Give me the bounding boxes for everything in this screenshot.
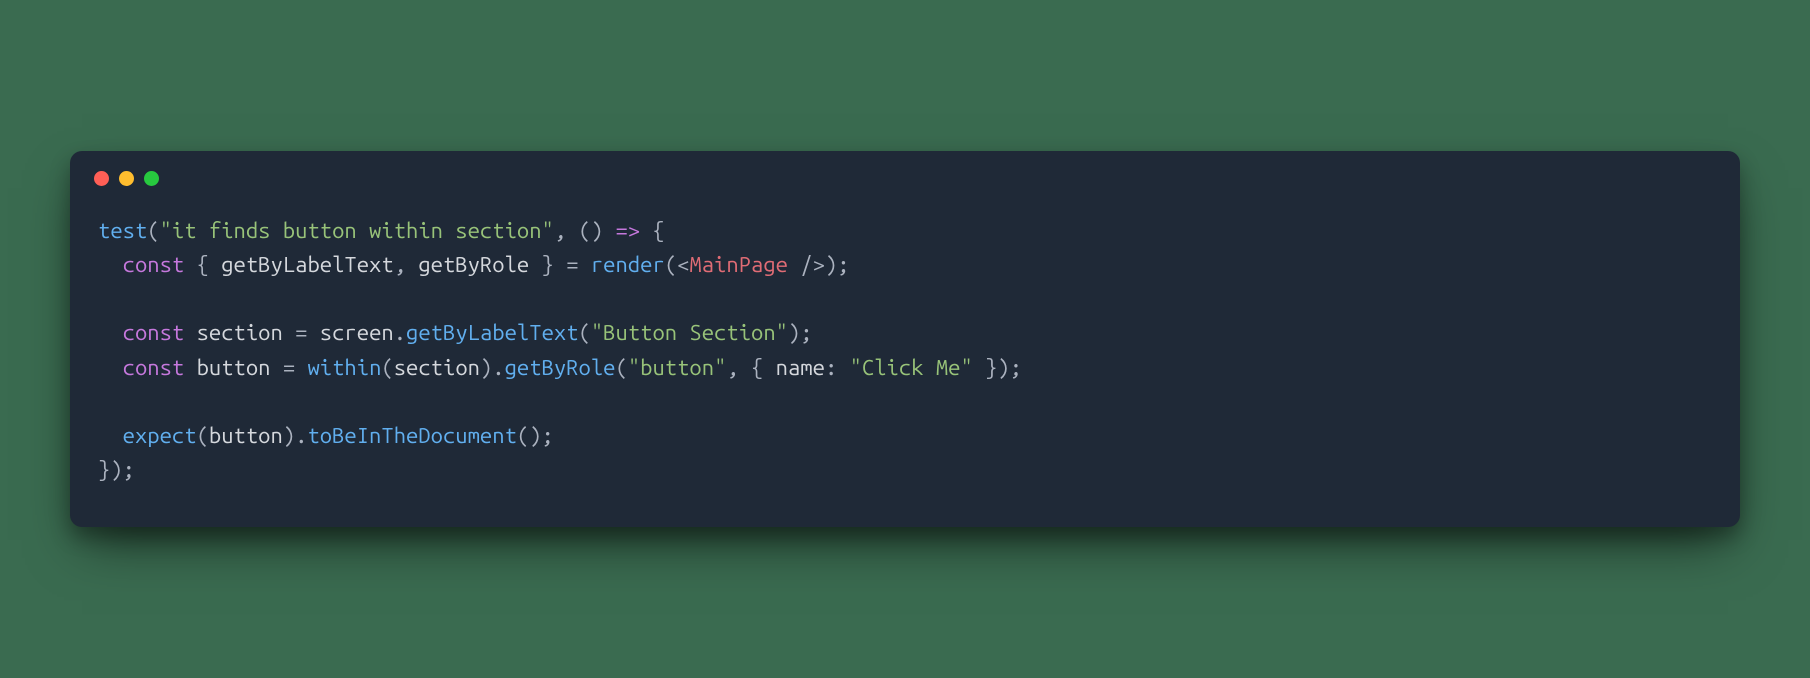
code-token: (); <box>517 423 554 448</box>
code-token: => <box>615 218 640 243</box>
code-token: const <box>123 355 185 380</box>
code-token <box>98 320 123 345</box>
code-window: test("it finds button within section", (… <box>70 151 1740 527</box>
code-token: button <box>209 423 283 448</box>
code-token <box>184 355 196 380</box>
code-token: ( <box>665 252 677 277</box>
code-token: { <box>184 252 221 277</box>
code-token: ). <box>480 355 505 380</box>
code-token: section <box>197 320 283 345</box>
code-token <box>98 423 123 448</box>
code-token: "Button Section" <box>591 320 788 345</box>
code-token: ( <box>579 320 591 345</box>
window-header <box>70 151 1740 186</box>
code-token: button <box>197 355 271 380</box>
code-token: , { <box>726 355 775 380</box>
code-token: < <box>677 252 689 277</box>
code-token: const <box>123 252 185 277</box>
code-token: expect <box>123 423 197 448</box>
code-token: , () <box>554 218 616 243</box>
code-token <box>98 252 123 277</box>
minimize-icon[interactable] <box>119 171 134 186</box>
code-token: , <box>394 252 419 277</box>
code-token: screen <box>320 320 394 345</box>
code-token: ( <box>147 218 159 243</box>
code-token: getByRole <box>418 252 529 277</box>
code-token: . <box>394 320 406 345</box>
code-token: toBeInTheDocument <box>307 423 516 448</box>
code-token: }); <box>98 457 135 482</box>
code-token: const <box>123 320 185 345</box>
code-token: ); <box>788 320 813 345</box>
code-token: "button" <box>628 355 727 380</box>
code-token: = <box>271 355 308 380</box>
code-token: }); <box>973 355 1022 380</box>
code-token <box>184 320 196 345</box>
maximize-icon[interactable] <box>144 171 159 186</box>
code-token: "Click Me" <box>850 355 973 380</box>
code-token: test <box>98 218 147 243</box>
code-token <box>98 355 123 380</box>
code-token: /> <box>800 252 825 277</box>
code-token: getByLabelText <box>221 252 393 277</box>
code-token: getByRole <box>505 355 616 380</box>
code-token: = <box>283 320 320 345</box>
code-token: name <box>776 355 825 380</box>
code-token: getByLabelText <box>406 320 578 345</box>
code-token: "it finds button within section" <box>160 218 554 243</box>
code-token: } = <box>529 252 591 277</box>
code-token: { <box>640 218 665 243</box>
code-token: within <box>307 355 381 380</box>
code-token: ); <box>825 252 850 277</box>
code-token: MainPage <box>689 252 800 277</box>
code-token: render <box>591 252 665 277</box>
code-token: ( <box>381 355 393 380</box>
code-token: ( <box>616 355 628 380</box>
code-token: section <box>394 355 480 380</box>
code-token: : <box>825 355 850 380</box>
code-token: ). <box>283 423 308 448</box>
code-token: ( <box>197 423 209 448</box>
code-content: test("it finds button within section", (… <box>70 186 1740 527</box>
close-icon[interactable] <box>94 171 109 186</box>
